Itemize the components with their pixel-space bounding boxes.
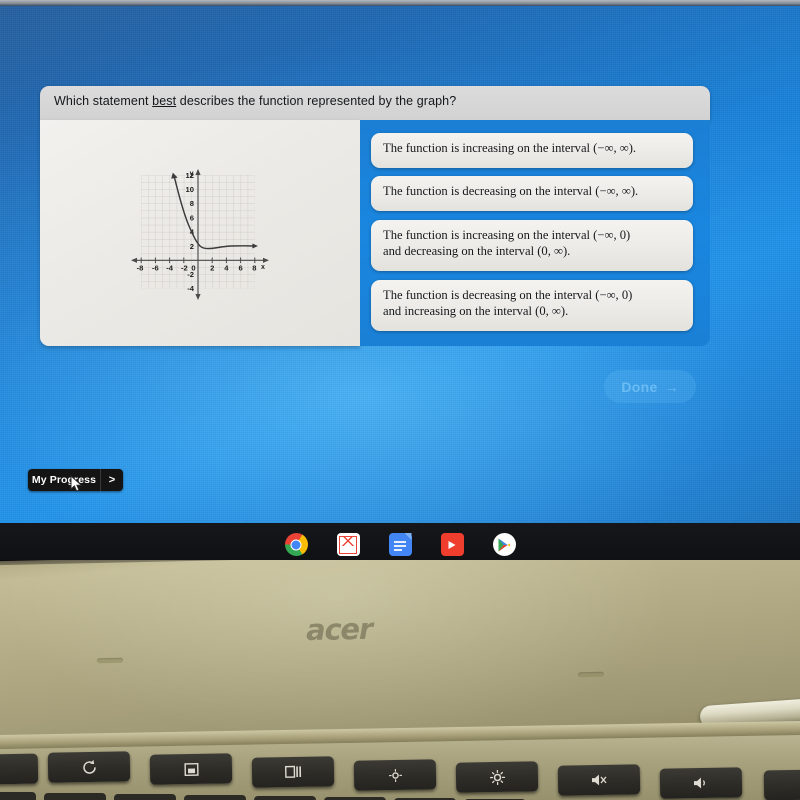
reload-icon bbox=[82, 759, 96, 774]
photo-of-laptop-screen: Which statement best describes the funct… bbox=[0, 0, 800, 800]
svg-text:2: 2 bbox=[210, 264, 214, 273]
svg-text:10: 10 bbox=[186, 185, 194, 194]
chrome-icon[interactable] bbox=[284, 533, 308, 563]
answer-option-3[interactable]: The function is increasing on the interv… bbox=[371, 220, 693, 271]
mute-key[interactable] bbox=[557, 764, 641, 796]
key2-2[interactable] bbox=[44, 793, 106, 800]
answer-option-1-line1: The function is increasing on the interv… bbox=[383, 141, 637, 155]
docs-line-3 bbox=[393, 549, 402, 551]
my-progress-label: My Progress bbox=[31, 474, 97, 486]
done-button-label: Done bbox=[621, 378, 658, 395]
docs-page-corner bbox=[404, 533, 412, 540]
answer-option-3-line2: and decreasing on the interval (0, ∞). bbox=[383, 243, 571, 258]
svg-text:6: 6 bbox=[190, 213, 194, 222]
brightness-down-key[interactable] bbox=[353, 759, 437, 791]
overview-key[interactable] bbox=[251, 756, 335, 788]
mouse-cursor bbox=[70, 475, 83, 492]
svg-text:8: 8 bbox=[252, 264, 256, 273]
y-axis-label: y bbox=[190, 171, 194, 178]
brightness-low-icon bbox=[388, 768, 402, 782]
done-button[interactable]: Done → bbox=[604, 370, 696, 403]
svg-text:2: 2 bbox=[190, 242, 194, 251]
svg-text:-2: -2 bbox=[187, 270, 194, 279]
speaker-vent-left bbox=[96, 657, 124, 664]
answer-option-1[interactable]: The function is increasing on the interv… bbox=[371, 133, 693, 168]
key-partial-left[interactable] bbox=[0, 753, 39, 785]
question-text-before: Which statement bbox=[54, 94, 153, 108]
docs-line-1 bbox=[393, 541, 406, 543]
graph-svg: -8 -6 -4 -2 0 2 4 6 8 12 10 8 6 4 2 -2 -… bbox=[131, 169, 269, 300]
svg-text:-8: -8 bbox=[137, 264, 144, 273]
play-store-glyph bbox=[498, 538, 510, 551]
gmail-icon[interactable] bbox=[336, 533, 360, 556]
docs-icon[interactable] bbox=[388, 533, 412, 556]
gmail-envelope-fold bbox=[339, 536, 357, 546]
chrome-icon-center bbox=[290, 539, 302, 550]
question-text: Which statement best describes the funct… bbox=[54, 94, 456, 108]
chevron-right-icon: > bbox=[108, 474, 116, 486]
speaker-vent-right bbox=[577, 671, 605, 678]
question-text-after: describes the function represented by th… bbox=[176, 94, 457, 108]
svg-text:6: 6 bbox=[238, 264, 242, 273]
question-card: Which statement best describes the funct… bbox=[40, 86, 710, 120]
screen-top-bezel bbox=[0, 0, 800, 6]
key2-3[interactable] bbox=[114, 794, 176, 800]
brightness-up-key[interactable] bbox=[455, 761, 539, 793]
answer-option-4[interactable]: The function is decreasing on the interv… bbox=[371, 280, 693, 331]
reload-key[interactable] bbox=[47, 751, 131, 783]
fullscreen-key[interactable] bbox=[149, 753, 233, 785]
svg-text:8: 8 bbox=[190, 199, 194, 208]
answer-option-2[interactable]: The function is decreasing on the interv… bbox=[371, 176, 693, 211]
arrow-right-icon: → bbox=[664, 378, 679, 395]
brightness-high-icon bbox=[489, 769, 505, 785]
overview-icon bbox=[284, 765, 301, 778]
key2-4[interactable] bbox=[184, 795, 246, 800]
fullscreen-icon bbox=[183, 762, 199, 776]
keyboard-second-row bbox=[0, 792, 800, 800]
youtube-play-triangle bbox=[448, 540, 456, 549]
svg-text:-4: -4 bbox=[166, 264, 174, 273]
volume-icon bbox=[693, 777, 705, 789]
function-graph: -8 -6 -4 -2 0 2 4 6 8 12 10 8 6 4 2 -2 -… bbox=[127, 168, 273, 304]
answer-option-2-line1: The function is decreasing on the interv… bbox=[383, 184, 639, 198]
docs-line-2 bbox=[393, 545, 406, 547]
answer-option-4-line2: and increasing on the interval (0, ∞). bbox=[383, 303, 569, 318]
acer-logo: acer bbox=[305, 611, 373, 648]
laptop-screen: Which statement best describes the funct… bbox=[0, 0, 800, 566]
play-store-icon[interactable] bbox=[492, 533, 516, 556]
key2-5[interactable] bbox=[254, 796, 316, 800]
question-emphasis: best bbox=[152, 94, 177, 108]
key2-1[interactable] bbox=[0, 792, 36, 800]
answer-option-4-line1: The function is decreasing on the interv… bbox=[383, 288, 633, 302]
answer-option-3-line1: The function is increasing on the interv… bbox=[383, 228, 631, 242]
mute-icon bbox=[591, 774, 607, 786]
svg-text:-6: -6 bbox=[152, 264, 159, 273]
svg-text:-4: -4 bbox=[187, 284, 195, 293]
youtube-icon[interactable] bbox=[440, 533, 464, 556]
x-axis-label: x bbox=[261, 264, 265, 271]
